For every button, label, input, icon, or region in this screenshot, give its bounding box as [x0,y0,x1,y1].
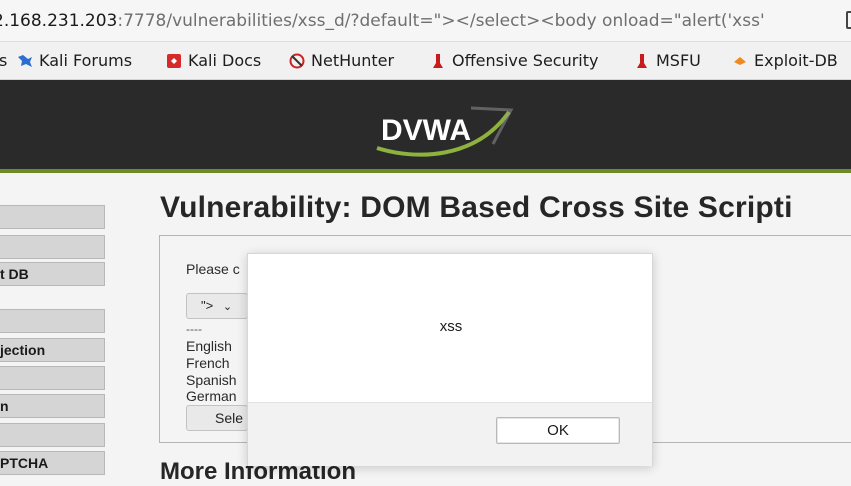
language-prompt: Please c [186,261,240,277]
bookmark-exploit-db[interactable]: Exploit-DB [732,42,838,79]
bookmarks-bar: s Kali Forums Kali Docs NetHunter Offens… [0,42,851,80]
sidebar-item-9[interactable]: PTCHA [0,451,105,475]
offensive-security-icon [433,54,443,68]
url-text[interactable]: 2.168.231.203:7778/vulnerabilities/xss_d… [0,0,765,41]
bookmark-item-cut[interactable]: s [0,42,7,79]
sidebar-item-1[interactable] [0,205,105,229]
option-spanish: Spanish [186,372,237,388]
kali-forums-icon [18,55,32,67]
exploit-db-icon [734,57,746,65]
language-select[interactable]: "> ⌄ [186,293,248,319]
url-bar[interactable]: 2.168.231.203:7778/vulnerabilities/xss_d… [0,0,851,42]
sidebar-item-4[interactable] [0,309,105,333]
sidebar-item-3[interactable]: t DB [0,262,105,286]
select-button[interactable]: Sele [186,405,248,431]
language-select-value: "> [201,298,214,313]
logo-text: DVWA [381,114,471,147]
alert-footer: OK [248,402,652,466]
sidebar-item-2[interactable] [0,235,105,259]
bookmark-kali-forums[interactable]: Kali Forums [17,42,132,79]
sidebar-item-6[interactable] [0,366,105,390]
kali-docs-icon [167,54,181,68]
dvwa-logo: DVWA [376,106,514,157]
alert-message: xss [439,318,463,335]
option-german: German [186,388,237,404]
url-host: 2.168.231.203 [0,11,118,31]
option-separator: ---- [186,322,202,336]
option-english: English [186,338,232,354]
msfu-icon [637,54,647,68]
url-path: :7778/vulnerabilities/xss_d/?default="><… [117,11,765,31]
sidebar-item-8[interactable] [0,423,105,447]
page-action-icon[interactable] [846,11,851,29]
sidebar-item-5[interactable]: jection [0,338,105,362]
page-title: Vulnerability: DOM Based Cross Site Scri… [160,191,793,224]
ok-button[interactable]: OK [496,417,620,444]
sidebar-item-7[interactable]: n [0,394,105,418]
bookmark-nethunter[interactable]: NetHunter [289,42,394,79]
chevron-down-icon: ⌄ [222,301,233,313]
bookmark-msfu[interactable]: MSFU [634,42,701,79]
bookmark-kali-docs[interactable]: Kali Docs [166,42,261,79]
bookmark-offensive-security[interactable]: Offensive Security [430,42,598,79]
option-french: French [186,355,230,371]
alert-dialog: xss OK [247,253,653,466]
nethunter-icon [289,53,305,69]
